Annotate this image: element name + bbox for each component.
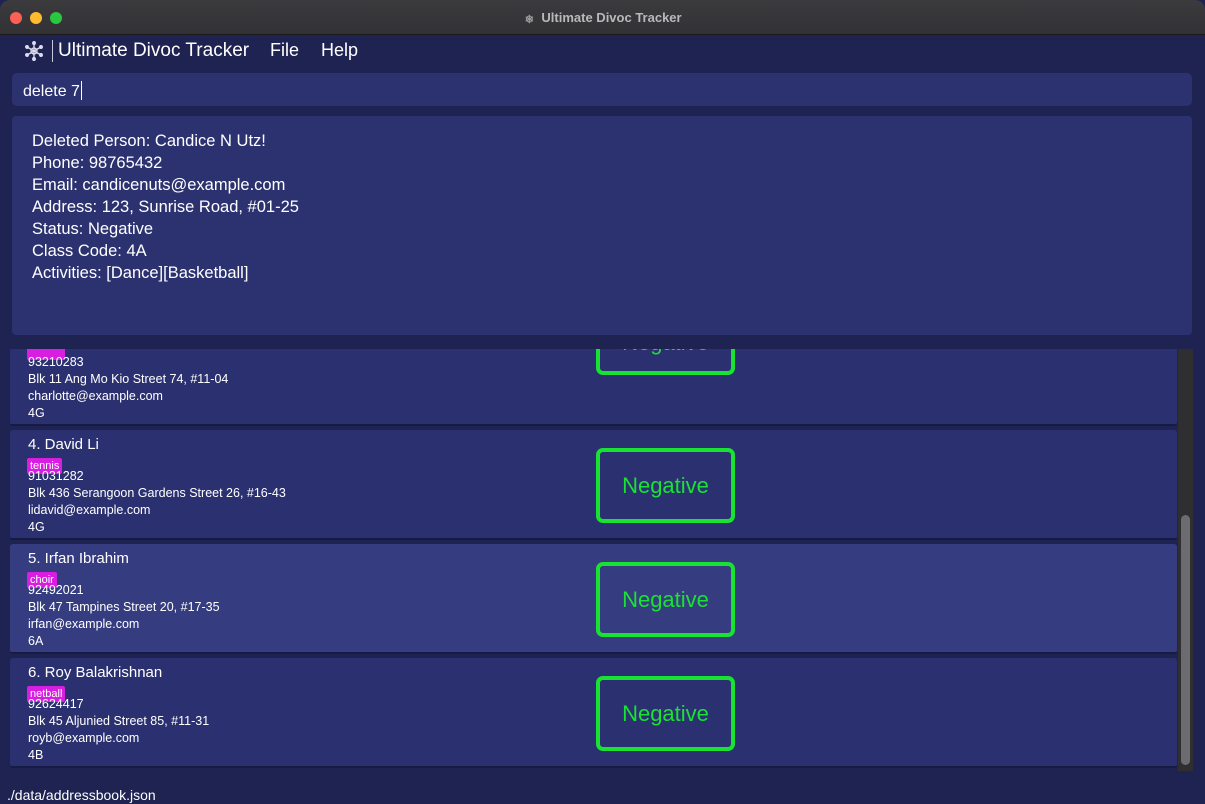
- statusbar: [0, 783, 1205, 804]
- app-small-icon: ❄: [524, 14, 535, 26]
- status-badge: Negative: [596, 448, 735, 523]
- menu-file[interactable]: File: [270, 40, 299, 61]
- result-display: Deleted Person: Candice N Utz! Phone: 98…: [12, 116, 1192, 335]
- window-titlebar: ❄ Ultimate Divoc Tracker: [0, 0, 1205, 35]
- person-name: 4. David Li: [28, 436, 99, 453]
- person-address: Blk 47 Tampines Street 20, #17-35: [28, 600, 220, 614]
- menu-app-name: Ultimate Divoc Tracker: [58, 40, 250, 61]
- result-line: Email: candicenuts@example.com: [32, 176, 286, 194]
- person-email: charlotte@example.com: [28, 389, 163, 403]
- menu-divider: [52, 40, 53, 62]
- app-logo-icon: [25, 41, 43, 61]
- result-line: Phone: 98765432: [32, 154, 163, 172]
- result-line: Class Code: 4A: [32, 242, 147, 260]
- person-phone: 91031282: [28, 469, 84, 483]
- person-phone: 93210283: [28, 355, 84, 369]
- person-class: 4G: [28, 406, 45, 420]
- person-phone: 92492021: [28, 583, 84, 597]
- result-line: Status: Negative: [32, 220, 154, 238]
- person-email: royb@example.com: [28, 731, 140, 745]
- person-address: Blk 45 Aljunied Street 85, #11-31: [28, 714, 210, 728]
- command-box[interactable]: delete 7: [12, 73, 1192, 106]
- text-caret: [80, 81, 82, 100]
- person-list[interactable]: 93210283 Blk 11 Ang Mo Kio Street 74, #1…: [9, 349, 1193, 773]
- person-class: 6A: [28, 634, 44, 648]
- person-class: 4G: [28, 520, 45, 534]
- person-address: Blk 11 Ang Mo Kio Street 74, #11-04: [28, 372, 229, 386]
- person-email: lidavid@example.com: [28, 503, 151, 517]
- result-line: Deleted Person: Candice N Utz!: [32, 132, 266, 150]
- result-line: Activities: [Dance][Basketball]: [32, 264, 249, 282]
- data-file-path: ./data/addressbook.json: [7, 787, 156, 803]
- command-input[interactable]: delete 7: [23, 83, 80, 100]
- status-badge: Negative: [596, 676, 735, 751]
- person-address: Blk 436 Serangoon Gardens Street 26, #16…: [28, 486, 286, 500]
- person-name: 6. Roy Balakrishnan: [28, 664, 163, 681]
- window-title-wrap: ❄ Ultimate Divoc Tracker: [0, 10, 1205, 26]
- list-scrollbar-thumb[interactable]: [1181, 515, 1190, 765]
- person-email: irfan@example.com: [28, 617, 140, 631]
- person-card[interactable]: 6. Roy Balakrishnan netball 92624417 Blk…: [10, 658, 1177, 768]
- person-card[interactable]: 4. David Li tennis 91031282 Blk 436 Sera…: [10, 430, 1177, 540]
- window-title: Ultimate Divoc Tracker: [541, 10, 682, 25]
- menu-help[interactable]: Help: [321, 40, 358, 61]
- person-card[interactable]: 5. Irfan Ibrahim choir 92492021 Blk 47 T…: [10, 544, 1177, 654]
- person-phone: 92624417: [28, 697, 84, 711]
- person-name: 5. Irfan Ibrahim: [28, 550, 129, 567]
- status-badge: Negative: [596, 349, 735, 375]
- result-line: Address: 123, Sunrise Road, #01-25: [32, 198, 299, 216]
- command-input-wrap[interactable]: delete 7: [23, 81, 82, 101]
- person-card[interactable]: 93210283 Blk 11 Ang Mo Kio Street 74, #1…: [10, 349, 1177, 426]
- status-badge: Negative: [596, 562, 735, 637]
- person-class: 4B: [28, 748, 44, 762]
